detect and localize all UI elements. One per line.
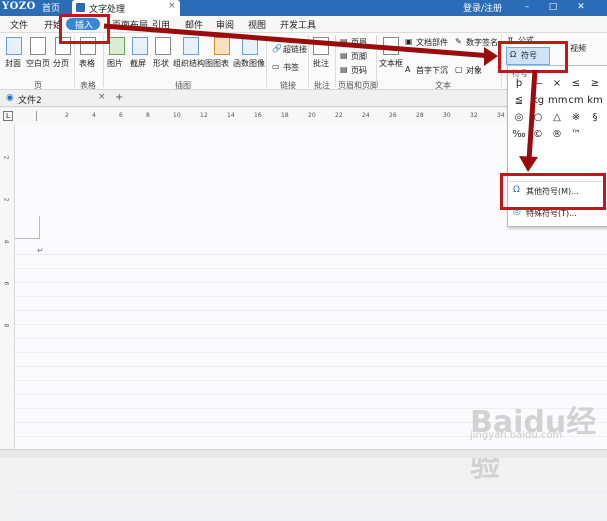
watermark: Baidu经验	[470, 405, 597, 484]
watermark-url: jingyan.baidu.com	[470, 430, 563, 441]
arrow-insert-to-symbol	[103, 23, 493, 59]
arrowhead	[519, 156, 538, 172]
arrow-symbol-to-menu	[526, 69, 538, 161]
arrowhead	[484, 47, 498, 66]
ruled-line	[15, 492, 607, 493]
ruled-line	[15, 506, 607, 507]
annotation-arrows	[103, 23, 538, 172]
